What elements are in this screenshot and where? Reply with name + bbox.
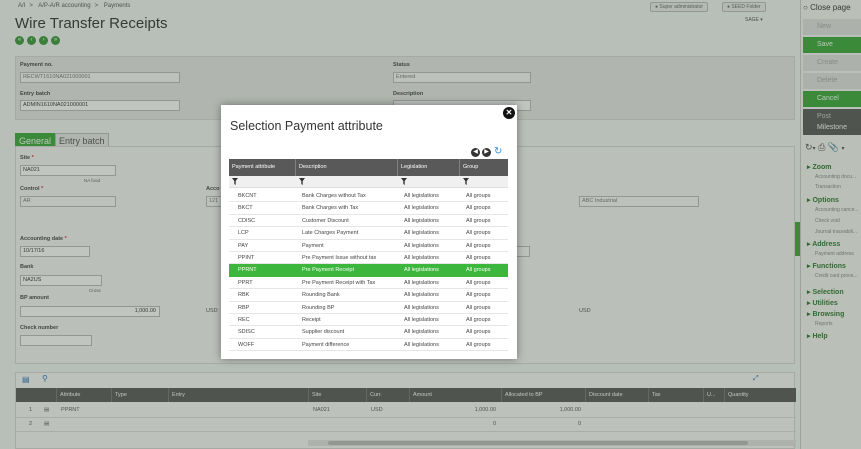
- legislation-cell: All legislations: [404, 230, 439, 237]
- group-cell: All groups: [466, 255, 491, 261]
- group-cell: All groups: [466, 217, 491, 224]
- legislation-cell: All legislations: [404, 279, 439, 286]
- group-cell: All groups: [466, 341, 491, 348]
- legislation-cell: All legislations: [404, 205, 439, 212]
- description-cell: Supplier discount: [302, 329, 345, 336]
- description-cell: Receipt: [302, 317, 321, 323]
- legislation-cell: All legislations: [404, 304, 439, 311]
- table-row[interactable]: RBP Rounding BP All legislations All groups: [229, 302, 508, 314]
- group-cell: All groups: [466, 279, 491, 286]
- table-row[interactable]: BKCNT Bank Charges without Tax All legisla…: [229, 190, 508, 203]
- refresh-icon[interactable]: ↻: [494, 146, 502, 157]
- table-row[interactable]: PPRNT Pre Payment Receipt All legislations…: [229, 264, 508, 277]
- next-page-icon[interactable]: ▶: [482, 148, 491, 157]
- filter-icon[interactable]: [401, 178, 407, 185]
- column-header[interactable]: Legislation: [397, 159, 459, 176]
- selection-dialog: Selection Payment attribute ✕ ◀ ▶ ↻ Paym…: [221, 105, 517, 359]
- filter-icon[interactable]: [299, 178, 305, 185]
- table-row[interactable]: CDISC Customer Discount All legislations Al…: [229, 215, 508, 228]
- description-cell: Late Charges Payment: [302, 230, 359, 237]
- column-header[interactable]: Payment attribute: [229, 159, 295, 176]
- table-row[interactable]: PPRT Pre Payment Receipt with Tax All legi…: [229, 277, 508, 290]
- legislation-cell: All legislations: [404, 292, 439, 299]
- filter-icon[interactable]: [232, 178, 238, 185]
- legislation-cell: All legislations: [404, 255, 439, 261]
- code-cell: LCP: [238, 230, 249, 237]
- description-cell: Payment difference: [302, 341, 350, 348]
- filter-icon[interactable]: [463, 178, 469, 185]
- group-cell: All groups: [466, 242, 491, 249]
- group-cell: All groups: [466, 304, 491, 311]
- table-header: Payment attribute Description Legislatio…: [229, 159, 508, 176]
- previous-page-icon[interactable]: ◀: [471, 148, 480, 157]
- table-row[interactable]: BKCT Bank Charges with Tax All legislation…: [229, 202, 508, 215]
- group-cell: All groups: [466, 292, 491, 299]
- code-cell: WOFF: [238, 341, 255, 348]
- group-cell: All groups: [466, 329, 491, 336]
- table-row[interactable]: RBK Rounding Bank All legislations All grou…: [229, 289, 508, 302]
- table-row[interactable]: PAY Payment All legislations All groups: [229, 240, 508, 252]
- table-row[interactable]: PPINT Pre Payment Issue without tax All le…: [229, 252, 508, 265]
- group-cell: All groups: [466, 193, 491, 199]
- description-cell: Rounding BP: [302, 304, 335, 311]
- legislation-cell: All legislations: [404, 267, 439, 274]
- group-cell: All groups: [466, 317, 491, 323]
- column-header[interactable]: Description: [295, 159, 397, 176]
- code-cell: BKCNT: [238, 193, 257, 199]
- table-row[interactable]: LCP Late Charges Payment All legislations A…: [229, 227, 508, 240]
- description-cell: Customer Discount: [302, 217, 349, 224]
- code-cell: BKCT: [238, 205, 253, 212]
- table-row[interactable]: SDISC Supplier discount All legislations Al…: [229, 326, 508, 339]
- group-cell: All groups: [466, 230, 491, 237]
- description-cell: Bank Charges with Tax: [302, 205, 359, 212]
- code-cell: RBP: [238, 304, 250, 311]
- group-cell: All groups: [466, 267, 491, 274]
- column-header[interactable]: Group: [459, 159, 508, 176]
- legislation-cell: All legislations: [404, 193, 439, 199]
- description-cell: Bank Charges without Tax: [302, 193, 366, 199]
- filter-row: [229, 176, 508, 188]
- code-cell: PPRT: [238, 279, 253, 286]
- legislation-cell: All legislations: [404, 217, 439, 224]
- code-cell: RBK: [238, 292, 250, 299]
- legislation-cell: All legislations: [404, 341, 439, 348]
- table-row[interactable]: WOFF Payment difference All legislations Al…: [229, 339, 508, 352]
- code-cell: REC: [238, 317, 250, 323]
- group-cell: All groups: [466, 205, 491, 212]
- table-row[interactable]: REC Receipt All legislations All groups: [229, 314, 508, 327]
- code-cell: CDISC: [238, 217, 256, 224]
- description-cell: Pre Payment Receipt: [302, 267, 354, 274]
- code-cell: PPRNT: [238, 267, 257, 274]
- close-icon[interactable]: ✕: [503, 107, 515, 119]
- code-cell: PPINT: [238, 255, 255, 261]
- description-cell: Pre Payment Receipt with Tax: [302, 279, 376, 286]
- dialog-title: Selection Payment attribute: [230, 119, 383, 133]
- legislation-cell: All legislations: [404, 242, 439, 249]
- description-cell: Pre Payment Issue without tax: [302, 255, 377, 261]
- code-cell: PAY: [238, 242, 249, 249]
- code-cell: SDISC: [238, 329, 255, 336]
- description-cell: Rounding Bank: [302, 292, 340, 299]
- description-cell: Payment: [302, 242, 324, 249]
- legislation-cell: All legislations: [404, 329, 439, 336]
- legislation-cell: All legislations: [404, 317, 439, 323]
